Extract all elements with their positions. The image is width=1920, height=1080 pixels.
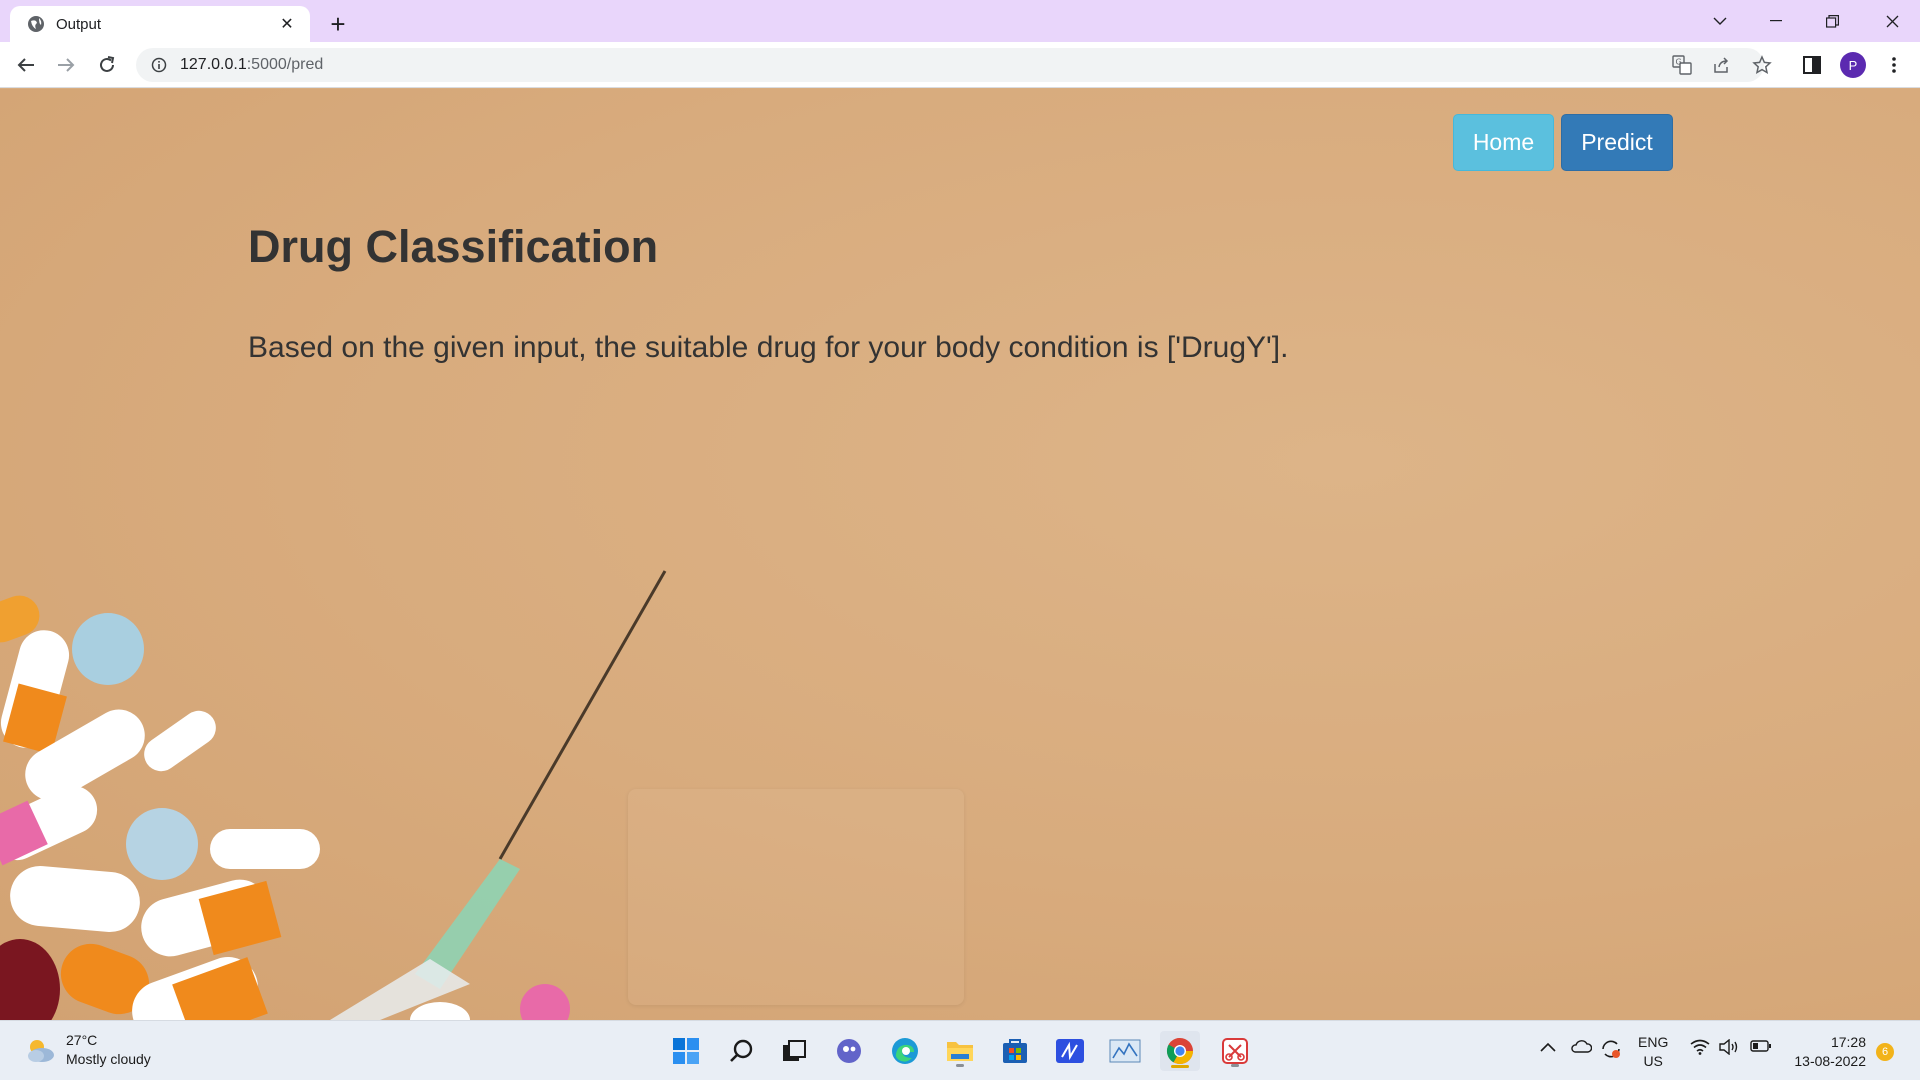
tab-search-icon[interactable] <box>1692 0 1748 42</box>
notification-badge[interactable]: 6 <box>1876 1043 1894 1061</box>
back-arrow-icon[interactable] <box>10 49 42 81</box>
language-indicator[interactable]: ENG US <box>1638 1033 1668 1071</box>
running-indicator <box>956 1064 964 1067</box>
weather-desc: Mostly cloudy <box>66 1051 151 1067</box>
svg-text:G: G <box>1676 58 1682 67</box>
weather-widget[interactable]: 27°C Mostly cloudy <box>24 1031 151 1069</box>
chat-icon[interactable] <box>829 1031 869 1071</box>
clock-time: 17:28 <box>1830 1034 1866 1050</box>
start-button-icon[interactable] <box>666 1031 706 1071</box>
snipping-tool-icon[interactable] <box>1215 1031 1255 1071</box>
faded-card <box>628 789 964 1005</box>
tab-strip: Output ✕ + <box>0 0 1920 42</box>
forward-arrow-icon[interactable] <box>50 49 82 81</box>
windows-taskbar: 27°C Mostly cloudy ENG US 17:28 13-08-20… <box>0 1020 1920 1080</box>
running-indicator <box>1231 1064 1239 1067</box>
browser-tab[interactable]: Output ✕ <box>10 6 310 42</box>
weather-temp: 27°C <box>66 1032 98 1048</box>
wifi-icon[interactable] <box>1690 1039 1710 1058</box>
page-title: Drug Classification <box>248 221 659 272</box>
cloudy-weather-icon <box>28 1040 54 1062</box>
clock[interactable]: 17:28 13-08-2022 <box>1788 1033 1866 1071</box>
side-panel-icon[interactable] <box>1795 48 1829 82</box>
menu-kebab-icon[interactable] <box>1877 48 1911 82</box>
chart-app-icon[interactable] <box>1105 1031 1145 1071</box>
file-explorer-icon[interactable] <box>940 1031 980 1071</box>
pills-syringe-illustration <box>0 570 667 1020</box>
restore-button[interactable] <box>1804 0 1860 42</box>
predict-button[interactable]: Predict <box>1561 114 1673 171</box>
browser-toolbar: 127.0.0.1:5000/pred G <box>0 42 1920 88</box>
editor-app-icon[interactable] <box>1050 1031 1090 1071</box>
clock-date: 13-08-2022 <box>1794 1053 1866 1069</box>
volume-icon[interactable] <box>1718 1038 1740 1058</box>
new-tab-button[interactable]: + <box>322 8 354 40</box>
reload-icon[interactable] <box>91 49 123 81</box>
profile-avatar[interactable]: P <box>1840 52 1866 78</box>
translate-icon[interactable]: G <box>1665 48 1699 82</box>
close-tab-icon[interactable]: ✕ <box>276 13 298 35</box>
info-icon[interactable] <box>150 56 168 74</box>
minimize-button[interactable] <box>1748 0 1804 42</box>
address-bar[interactable]: 127.0.0.1:5000/pred <box>136 48 1764 82</box>
chrome-icon[interactable] <box>1160 1031 1200 1071</box>
edge-browser-icon[interactable] <box>885 1031 925 1071</box>
battery-icon[interactable] <box>1750 1039 1772 1056</box>
url-text: 127.0.0.1:5000/pred <box>180 56 324 73</box>
task-view-icon[interactable] <box>774 1031 814 1071</box>
share-icon[interactable] <box>1705 48 1739 82</box>
prediction-result: Based on the given input, the suitable d… <box>248 331 1289 364</box>
store-icon[interactable] <box>995 1031 1035 1071</box>
active-indicator <box>1171 1065 1189 1068</box>
globe-icon <box>26 14 46 34</box>
close-window-button[interactable] <box>1864 0 1920 42</box>
tab-title: Output <box>56 15 102 33</box>
search-icon[interactable] <box>721 1031 761 1071</box>
page-body: Home Predict Drug Classification Based o… <box>0 89 1920 1020</box>
onedrive-cloud-icon[interactable] <box>1570 1039 1593 1056</box>
sync-icon[interactable] <box>1600 1039 1622 1062</box>
chevron-up-icon[interactable] <box>1540 1039 1556 1055</box>
bookmark-star-icon[interactable] <box>1745 48 1779 82</box>
home-button[interactable]: Home <box>1453 114 1554 171</box>
